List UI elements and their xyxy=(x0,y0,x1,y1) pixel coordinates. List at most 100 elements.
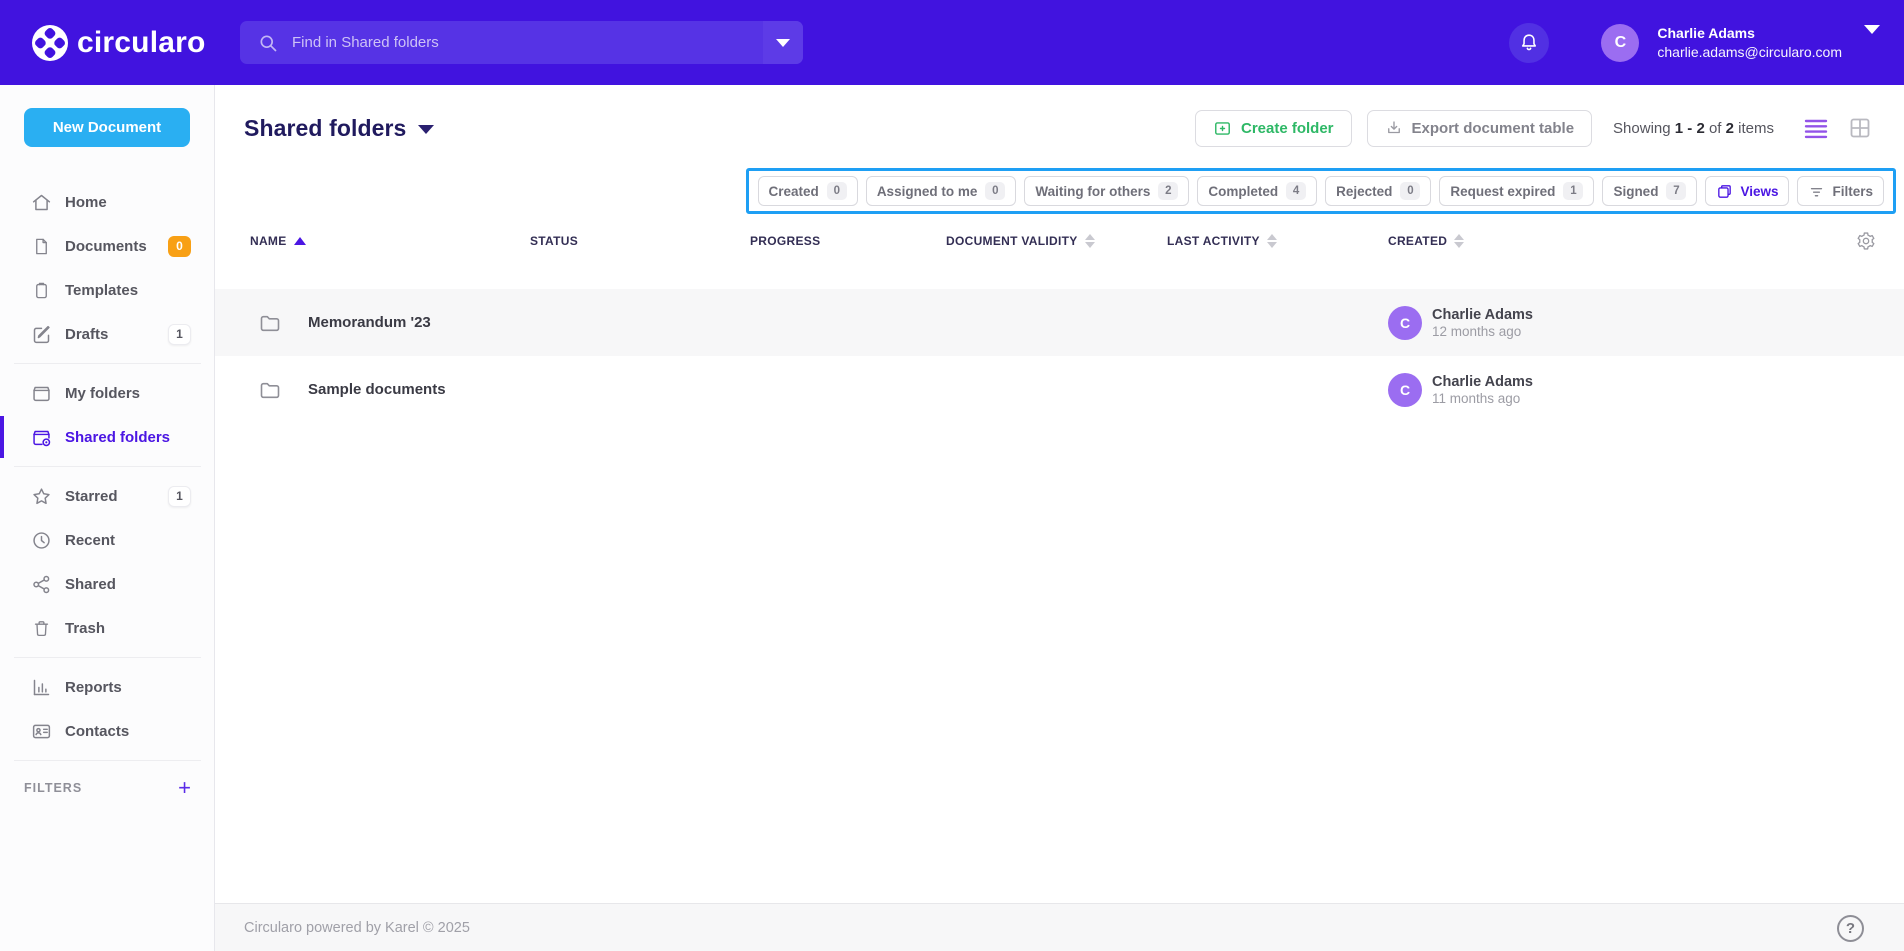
chip-count: 1 xyxy=(1563,182,1583,200)
sort-icon xyxy=(1085,234,1095,248)
sidebar-item-shared-folders[interactable]: Shared folders xyxy=(0,415,215,459)
sidebar-item-contacts[interactable]: Contacts xyxy=(0,709,215,753)
views-label: Views xyxy=(1740,184,1778,199)
filter-chips-highlight-box: Created 0 Assigned to me 0 Waiting for o… xyxy=(746,168,1896,214)
user-menu-button[interactable] xyxy=(1864,34,1880,52)
folder-icon xyxy=(258,311,282,335)
sidebar-item-trash[interactable]: Trash xyxy=(0,606,215,650)
chip-count: 0 xyxy=(827,182,847,200)
chip-created[interactable]: Created 0 xyxy=(758,176,858,206)
column-header-created[interactable]: CREATED xyxy=(1388,234,1832,248)
chip-completed[interactable]: Completed 4 xyxy=(1197,176,1317,206)
sort-icon xyxy=(1454,234,1464,248)
help-button[interactable]: ? xyxy=(1837,915,1864,942)
chip-label: Rejected xyxy=(1336,184,1392,199)
notifications-button[interactable] xyxy=(1509,23,1549,63)
folder-name: Memorandum '23 xyxy=(308,314,431,331)
export-document-table-button[interactable]: Export document table xyxy=(1367,110,1593,147)
chip-label: Completed xyxy=(1208,184,1278,199)
sidebar-item-starred[interactable]: Starred 1 xyxy=(0,474,215,518)
chevron-down-icon xyxy=(1864,25,1880,51)
folder-icon xyxy=(258,378,282,402)
sidebar-divider xyxy=(14,363,201,364)
document-icon xyxy=(30,236,52,257)
main-content: Shared folders Create folder Export docu… xyxy=(215,85,1904,951)
sort-ascending-icon xyxy=(294,237,306,245)
created-ago: 12 months ago xyxy=(1432,324,1533,339)
folder-list: Memorandum '23 C Charlie Adams 12 months… xyxy=(215,289,1904,423)
add-filter-button[interactable]: + xyxy=(178,777,191,799)
bell-icon xyxy=(1518,32,1540,54)
sort-icon xyxy=(1267,234,1277,248)
sidebar-item-documents[interactable]: Documents 0 xyxy=(0,224,215,268)
footer: Circularo powered by Karel © 2025 ? xyxy=(215,903,1904,951)
chip-count: 2 xyxy=(1158,182,1178,200)
created-ago: 11 months ago xyxy=(1432,391,1533,406)
chip-signed[interactable]: Signed 7 xyxy=(1602,176,1697,206)
chip-waiting-for-others[interactable]: Waiting for others 2 xyxy=(1024,176,1189,206)
user-info[interactable]: Charlie Adams charlie.adams@circularo.co… xyxy=(1657,24,1842,60)
sidebar-divider xyxy=(14,466,201,467)
folder-icon xyxy=(30,383,52,404)
main-header: Shared folders Create folder Export docu… xyxy=(215,107,1904,149)
create-folder-label: Create folder xyxy=(1241,120,1334,137)
sidebar-divider xyxy=(14,760,201,761)
sidebar-item-drafts[interactable]: Drafts 1 xyxy=(0,312,215,356)
table-row[interactable]: Memorandum '23 C Charlie Adams 12 months… xyxy=(215,289,1904,356)
create-folder-button[interactable]: Create folder xyxy=(1195,110,1352,147)
sidebar-item-recent[interactable]: Recent xyxy=(0,518,215,562)
avatar: C xyxy=(1388,306,1422,340)
topbar-right: C Charlie Adams charlie.adams@circularo.… xyxy=(1509,0,1880,85)
views-button[interactable]: Views xyxy=(1705,176,1789,206)
chip-label: Request expired xyxy=(1450,184,1555,199)
new-document-button[interactable]: New Document xyxy=(24,108,190,147)
home-icon xyxy=(30,192,52,213)
chip-count: 4 xyxy=(1286,182,1306,200)
table-row[interactable]: Sample documents C Charlie Adams 11 mont… xyxy=(215,356,1904,423)
list-view-icon xyxy=(1803,117,1829,139)
bar-chart-icon xyxy=(30,677,52,698)
footer-text: Circularo powered by Karel © 2025 xyxy=(244,920,470,936)
documents-count-badge: 0 xyxy=(168,236,191,257)
chip-assigned-to-me[interactable]: Assigned to me 0 xyxy=(866,176,1017,206)
column-header-document-validity[interactable]: DOCUMENT VALIDITY xyxy=(946,234,1167,248)
page-title: Shared folders xyxy=(244,115,406,142)
grid-view-button[interactable] xyxy=(1848,116,1872,140)
filters-button[interactable]: Filters xyxy=(1797,176,1884,206)
user-avatar[interactable]: C xyxy=(1601,24,1639,62)
view-toggles xyxy=(1803,116,1872,140)
column-header-last-activity[interactable]: LAST ACTIVITY xyxy=(1167,234,1388,248)
chip-request-expired[interactable]: Request expired 1 xyxy=(1439,176,1594,206)
sidebar-item-templates[interactable]: Templates xyxy=(0,268,215,312)
list-view-button[interactable] xyxy=(1803,117,1829,139)
column-header-name[interactable]: NAME xyxy=(250,234,530,248)
chip-label: Created xyxy=(769,184,819,199)
folder-plus-icon xyxy=(1213,119,1232,138)
sidebar-item-label: Contacts xyxy=(65,723,129,740)
views-icon xyxy=(1716,183,1733,200)
column-header-progress[interactable]: PROGRESS xyxy=(750,234,946,248)
search-input[interactable] xyxy=(278,34,763,51)
folder-name-cell: Memorandum '23 xyxy=(250,311,530,335)
created-by: Charlie Adams xyxy=(1432,373,1533,391)
export-label: Export document table xyxy=(1412,120,1575,137)
column-header-status[interactable]: STATUS xyxy=(530,234,750,248)
sidebar-item-reports[interactable]: Reports xyxy=(0,665,215,709)
sidebar-nav: Home Documents 0 Templates Drafts xyxy=(0,180,215,808)
sidebar-item-my-folders[interactable]: My folders xyxy=(0,371,215,415)
sidebar-item-shared[interactable]: Shared xyxy=(0,562,215,606)
brand-logo[interactable]: circularo xyxy=(32,25,206,61)
sidebar: New Document Home Documents 0 Templat xyxy=(0,85,215,951)
sidebar-item-home[interactable]: Home xyxy=(0,180,215,224)
chip-rejected[interactable]: Rejected 0 xyxy=(1325,176,1431,206)
table-settings-button[interactable] xyxy=(1832,231,1876,251)
chip-count: 7 xyxy=(1666,182,1686,200)
search-bar xyxy=(240,21,803,64)
user-email: charlie.adams@circularo.com xyxy=(1657,43,1842,61)
page-title-dropdown[interactable]: Shared folders xyxy=(244,115,434,142)
circularo-logo-icon xyxy=(32,25,68,61)
chip-count: 0 xyxy=(1400,182,1420,200)
created-cell: C Charlie Adams 11 months ago xyxy=(1388,373,1832,407)
sidebar-item-label: Templates xyxy=(65,282,138,299)
search-scope-dropdown[interactable] xyxy=(763,21,803,64)
